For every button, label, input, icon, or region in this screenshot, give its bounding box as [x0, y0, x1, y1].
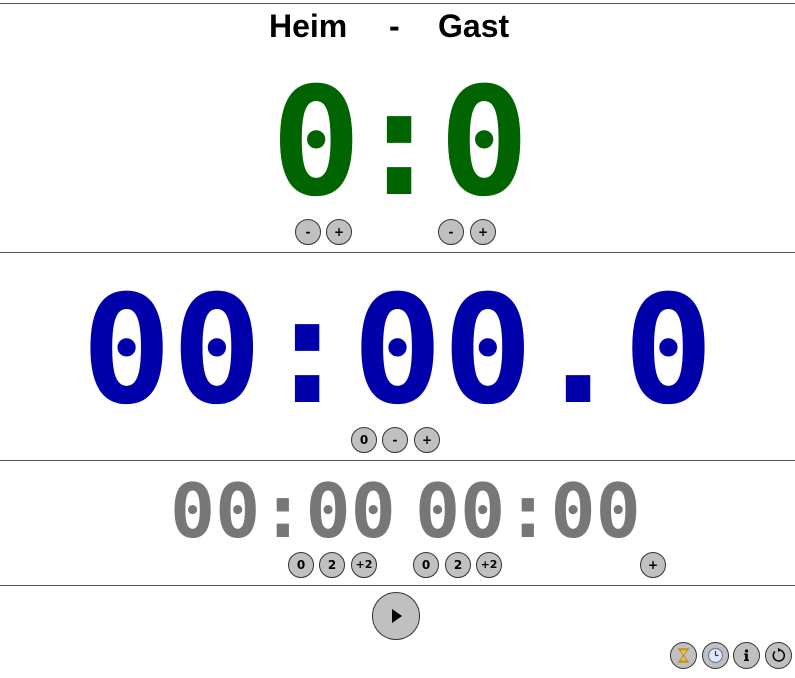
home-team-name: Heim: [269, 8, 348, 44]
guest-team-name: Gast: [438, 8, 510, 44]
guest-penalty-reset-button[interactable]: 0: [413, 552, 439, 578]
add-penalty-button[interactable]: +: [640, 552, 666, 578]
home-penalty-time: 00:00: [170, 467, 396, 555]
score-divider: [0, 252, 795, 253]
clock-reset-button[interactable]: 0: [351, 427, 377, 453]
guest-penalty-plus-two-button[interactable]: +2: [476, 552, 502, 578]
play-icon: [392, 609, 402, 623]
guest-penalty-two-button[interactable]: 2: [445, 552, 471, 578]
home-score: 0: [271, 56, 362, 230]
game-clock: 00:00.0: [81, 264, 714, 438]
reset-button[interactable]: [765, 642, 792, 669]
info-button[interactable]: [733, 642, 760, 669]
home-score-plus-button[interactable]: +: [326, 219, 352, 245]
home-score-minus-button[interactable]: -: [295, 219, 321, 245]
clock-minus-button[interactable]: -: [382, 427, 408, 453]
clock-button[interactable]: [702, 642, 729, 669]
guest-penalty-time: 00:00: [415, 467, 641, 555]
clock-plus-button[interactable]: +: [414, 427, 440, 453]
penalty-divider: [0, 585, 795, 586]
clock-divider: [0, 460, 795, 461]
hourglass-button[interactable]: [670, 642, 697, 669]
clock-icon: [707, 647, 724, 664]
hourglass-icon: [678, 648, 689, 663]
team-separator: -: [389, 8, 400, 44]
guest-score: 0: [439, 56, 530, 230]
reset-icon: [772, 647, 785, 662]
score-colon: :: [354, 56, 445, 230]
home-penalty-plus-two-button[interactable]: +2: [351, 552, 377, 578]
guest-score-plus-button[interactable]: +: [470, 219, 496, 245]
info-icon: [744, 649, 749, 661]
play-button[interactable]: [372, 592, 420, 640]
home-penalty-two-button[interactable]: 2: [319, 552, 345, 578]
home-penalty-reset-button[interactable]: 0: [288, 552, 314, 578]
top-divider: [0, 3, 795, 4]
guest-score-minus-button[interactable]: -: [438, 219, 464, 245]
